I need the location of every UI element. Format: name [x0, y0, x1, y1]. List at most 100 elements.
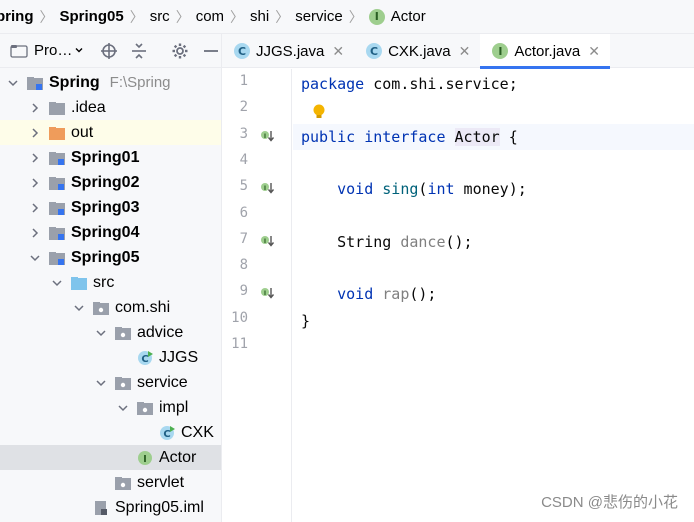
code-token: rap: [382, 285, 410, 304]
tree-node--idea[interactable]: .idea: [0, 95, 221, 120]
tree-node-spring05[interactable]: Spring05: [0, 245, 221, 270]
tree-node-spring01[interactable]: Spring01: [0, 145, 221, 170]
breadcrumb-label: pring: [0, 8, 34, 25]
tree-node-label: Spring: [49, 73, 100, 91]
module-folder-icon: [48, 150, 66, 166]
gear-icon[interactable]: [170, 40, 191, 62]
chevron-down-icon[interactable]: [28, 251, 42, 265]
code-line[interactable]: String dance();: [301, 229, 473, 255]
tree-node-actor[interactable]: I Actor: [0, 445, 221, 470]
tree-node-cxk[interactable]: C CXK: [0, 420, 221, 445]
chevron-right-icon: 〉: [175, 8, 190, 25]
project-view-title: Pro…: [34, 42, 73, 59]
chevron-right-icon[interactable]: [28, 101, 42, 115]
chevron-down-icon[interactable]: [94, 326, 108, 340]
chevron-right-icon[interactable]: [28, 126, 42, 140]
code-line[interactable]: package com.shi.service;: [301, 71, 518, 97]
close-icon[interactable]: ✕: [332, 43, 344, 60]
implemented-marker-icon[interactable]: I: [260, 129, 276, 143]
code-line[interactable]: public interface Actor {: [293, 123, 694, 150]
module-folder-icon: [48, 250, 66, 266]
breadcrumb-item[interactable]: Spring05 〉: [60, 0, 150, 33]
code-line[interactable]: void rap();: [301, 281, 436, 307]
implemented-marker-icon[interactable]: I: [260, 234, 276, 248]
chevron-down-icon[interactable]: [6, 76, 20, 90]
tree-node-src[interactable]: src: [0, 270, 221, 295]
implemented-marker-icon[interactable]: I: [260, 181, 276, 195]
tree-node-out[interactable]: out: [0, 120, 221, 145]
module-folder-icon: [26, 75, 44, 91]
tree-node-servlet[interactable]: servlet: [0, 470, 221, 495]
implemented-marker-icon[interactable]: I: [260, 286, 276, 300]
interface-icon: I: [368, 8, 385, 25]
excluded-folder-icon: [48, 125, 66, 141]
tree-node-jjgs[interactable]: C JJGS: [0, 345, 221, 370]
tree-node-spring05-iml[interactable]: Spring05.iml: [0, 495, 221, 520]
chevron-down-icon[interactable]: [50, 276, 64, 290]
chevron-right-icon[interactable]: [28, 151, 42, 165]
tree-node-label: CXK: [181, 423, 214, 441]
breadcrumb-item[interactable]: com 〉: [196, 0, 250, 33]
folder-icon: [48, 100, 66, 116]
tree-node-spring02[interactable]: Spring02: [0, 170, 221, 195]
breadcrumb-item[interactable]: shi 〉: [250, 0, 295, 33]
code-token: public: [301, 127, 356, 146]
project-toolbar: Pro…: [0, 34, 221, 68]
package-icon: [114, 325, 132, 341]
tab-label: CXK.java: [388, 42, 451, 60]
breadcrumb-item[interactable]: service 〉: [295, 0, 369, 33]
tab-actor-java[interactable]: I Actor.java ✕: [480, 34, 610, 69]
code-token: dance: [400, 232, 446, 251]
code-line[interactable]: }: [301, 308, 310, 334]
breadcrumb-item[interactable]: src 〉: [150, 0, 196, 33]
tab-jjgs-java[interactable]: C JJGS.java ✕: [222, 34, 354, 68]
line-number: 8: [239, 257, 248, 274]
code-token: void: [337, 285, 374, 304]
chevron-right-icon[interactable]: [28, 201, 42, 215]
locate-icon[interactable]: [98, 40, 119, 62]
code-token: ();: [445, 232, 473, 251]
line-number: 3: [239, 125, 248, 142]
minimize-icon[interactable]: [200, 40, 221, 62]
tree-node-com-shi[interactable]: com.shi: [0, 295, 221, 320]
chevron-down-icon: [74, 42, 84, 59]
code-token: Actor: [454, 127, 500, 146]
chevron-right-icon: 〉: [39, 8, 54, 25]
close-icon[interactable]: ✕: [588, 43, 600, 60]
code-token: sing: [382, 180, 419, 199]
tree-node-label: impl: [159, 398, 189, 416]
chevron-right-icon[interactable]: [28, 176, 42, 190]
tab-cxk-java[interactable]: C CXK.java ✕: [354, 34, 480, 68]
close-icon[interactable]: ✕: [459, 43, 471, 60]
svg-text:C: C: [163, 429, 170, 440]
tree-node-service[interactable]: service: [0, 370, 221, 395]
chevron-down-icon[interactable]: [72, 301, 86, 315]
collapse-all-icon[interactable]: [129, 40, 150, 62]
code-token: com.shi.service;: [364, 75, 518, 93]
breadcrumb-item[interactable]: pring 〉: [0, 0, 60, 33]
tree-node-advice[interactable]: advice: [0, 320, 221, 345]
class-icon: C: [234, 43, 250, 59]
chevron-down-icon[interactable]: [94, 376, 108, 390]
breadcrumb-current[interactable]: I Actor: [368, 0, 426, 33]
intention-bulb-icon[interactable]: [311, 103, 327, 125]
tree-node-spring04[interactable]: Spring04: [0, 220, 221, 245]
tree-node-spring03[interactable]: Spring03: [0, 195, 221, 220]
tree-node-spring[interactable]: Spring F:\Spring: [0, 70, 221, 95]
code-editor[interactable]: package com.shi.service; public interface…: [293, 69, 694, 522]
class-icon: C: [366, 43, 383, 59]
tree-node-impl[interactable]: impl: [0, 395, 221, 420]
code-token: }: [301, 311, 311, 330]
chevron-down-icon[interactable]: [116, 401, 130, 415]
line-number: 11: [231, 336, 248, 352]
code-line[interactable]: void sing(int money);: [301, 176, 527, 202]
chevron-right-icon[interactable]: [28, 226, 42, 240]
svg-text:I: I: [143, 454, 147, 465]
tree-node-label: servlet: [137, 473, 185, 491]
project-view-selector[interactable]: Pro…: [34, 42, 84, 59]
svg-text:I: I: [264, 238, 266, 245]
